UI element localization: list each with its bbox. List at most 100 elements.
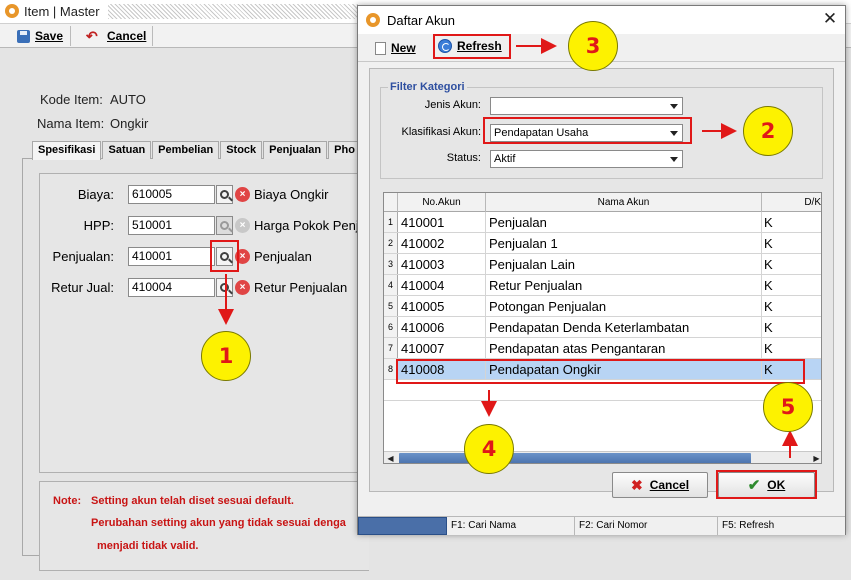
step-marker-4: 4 [464,424,514,474]
dk-cell: K [764,320,773,335]
tab-pembelian[interactable]: Pembelian [152,141,220,159]
highlight-selected-row [396,359,805,384]
clear-icon[interactable]: × [235,280,250,295]
grid-header-dk[interactable]: D/K [762,193,821,212]
status-select[interactable]: Aktif [490,150,683,168]
tab-satuan[interactable]: Satuan [102,141,152,159]
no-akun-cell: 410006 [398,317,486,337]
new-doc-icon [375,41,386,55]
nama-akun-cell: Pendapatan atas Pengantaran [486,338,762,358]
dk-cell: K [764,341,773,356]
grid-header-nama-akun[interactable]: Nama Akun [486,193,762,212]
chevron-down-icon [670,104,678,109]
account-input[interactable]: 410004 [128,278,215,297]
daftar-akun-dialog: Daftar Akun ✕ New Refresh Filter Kategor… [357,5,846,535]
nama-akun-cell: Retur Penjualan [486,275,762,295]
dk-cell: K [764,299,773,314]
status-hint: F1: Cari Nama [447,517,575,535]
note-line: Setting akun telah diset sesuai default. [91,495,294,507]
filter-title: Filter Kategori [388,81,467,93]
search-icon [220,221,229,230]
dialog-statusbar: F1: Cari Nama F2: Cari Nomor F5: Refresh [358,516,845,535]
nama-akun-cell: Penjualan Lain [486,254,762,274]
kode-item-label: Kode Item: [40,92,103,107]
no-akun-cell: 410004 [398,275,486,295]
kode-item-value: AUTO [110,92,146,107]
account-input[interactable]: 610005 [128,185,215,204]
clear-icon[interactable]: × [235,187,250,202]
save-icon [17,29,30,43]
tab-pho[interactable]: Pho [328,141,361,159]
tab-spesifikasi[interactable]: Spesifikasi [32,141,102,160]
account-input[interactable]: 510001 [128,216,215,235]
row-index: 6 [384,317,398,337]
table-row[interactable]: 6 410006 Pendapatan Denda Keterlambatan K [384,317,821,338]
scroll-right-icon[interactable]: ▶ [810,452,821,463]
scrollbar-thumb[interactable] [399,453,751,463]
table-row[interactable]: 4 410004 Retur Penjualan K [384,275,821,296]
highlight-refresh [433,34,511,59]
account-name: Retur Penjualan [254,280,348,295]
dialog-title: Daftar Akun [387,13,455,28]
no-akun-cell: 410001 [398,212,486,232]
status-value: Aktif [494,153,516,165]
grid-header-no-akun[interactable]: No.Akun [398,193,486,212]
search-icon [220,283,229,292]
no-akun-cell: 410007 [398,338,486,358]
scroll-left-icon[interactable]: ◀ [384,452,397,463]
klasifikasi-akun-label: Klasifikasi Akun: [401,126,481,138]
account-name: Biaya Ongkir [254,187,329,202]
table-row[interactable]: 1 410001 Penjualan K [384,212,821,233]
highlight-ok [716,470,817,499]
dk-cell: K [764,257,773,272]
account-input[interactable]: 410001 [128,247,215,266]
status-hint: F2: Cari Nomor [575,517,718,535]
tab-stock[interactable]: Stock [220,141,263,159]
save-button[interactable]: Save [17,27,63,45]
note-line: menjadi tidak valid. [97,540,199,552]
grid-header: No.Akun Nama Akun D/K [384,193,821,212]
account-label: Penjualan: [52,249,114,264]
app-icon [366,13,380,27]
nama-item-label: Nama Item: [37,116,105,131]
status-label: Status: [446,152,481,164]
account-search-button[interactable] [216,185,233,204]
jenis-akun-select[interactable] [490,97,683,115]
nama-akun-cell: Potongan Penjualan [486,296,762,316]
account-name: Penjualan [254,249,312,264]
row-index: 3 [384,254,398,274]
cancel-dialog-button[interactable]: ✖ Cancel [612,472,708,498]
save-label: Save [35,29,64,43]
table-row[interactable]: 5 410005 Potongan Penjualan K [384,296,821,317]
dk-cell: K [764,236,773,251]
horizontal-scrollbar[interactable]: ◀ ▶ [384,451,821,463]
search-icon [220,190,229,199]
toolbar-divider [152,26,153,46]
tab-penjualan[interactable]: Penjualan [263,141,328,159]
no-akun-cell: 410005 [398,296,486,316]
titlebar-hatch [108,4,358,19]
dk-cell: K [764,215,773,230]
nama-akun-cell: Penjualan 1 [486,233,762,253]
account-search-button [216,216,233,235]
close-icon[interactable]: ✕ [821,10,839,28]
nama-item-value: Ongkir [110,116,149,131]
status-progress [358,517,447,535]
step-marker-3: 3 [568,21,618,71]
account-search-button[interactable] [216,278,233,297]
item-tabs: Spesifikasi Satuan Pembelian Stock Penju… [32,141,362,160]
cancel-button[interactable]: ↶ Cancel [86,27,146,45]
table-row[interactable]: 3 410003 Penjualan Lain K [384,254,821,275]
status-hint: F5: Refresh [722,520,775,531]
table-row[interactable]: 2 410002 Penjualan 1K [384,233,821,254]
new-label: New [391,41,416,55]
row-index: 2 [384,233,398,253]
new-button[interactable]: New [375,41,416,55]
highlight-search-penjualan [210,240,239,272]
row-index: 1 [384,212,398,232]
account-grid: No.Akun Nama Akun D/K 1 410001 Penjualan K 2… [383,192,822,464]
row-index: 5 [384,296,398,316]
account-label: Biaya: [77,187,114,202]
nama-akun-cell: Pendapatan Denda Keterlambatan [486,317,762,337]
table-row[interactable]: 7 410007 Pendapatan atas Pengantaran K [384,338,821,359]
